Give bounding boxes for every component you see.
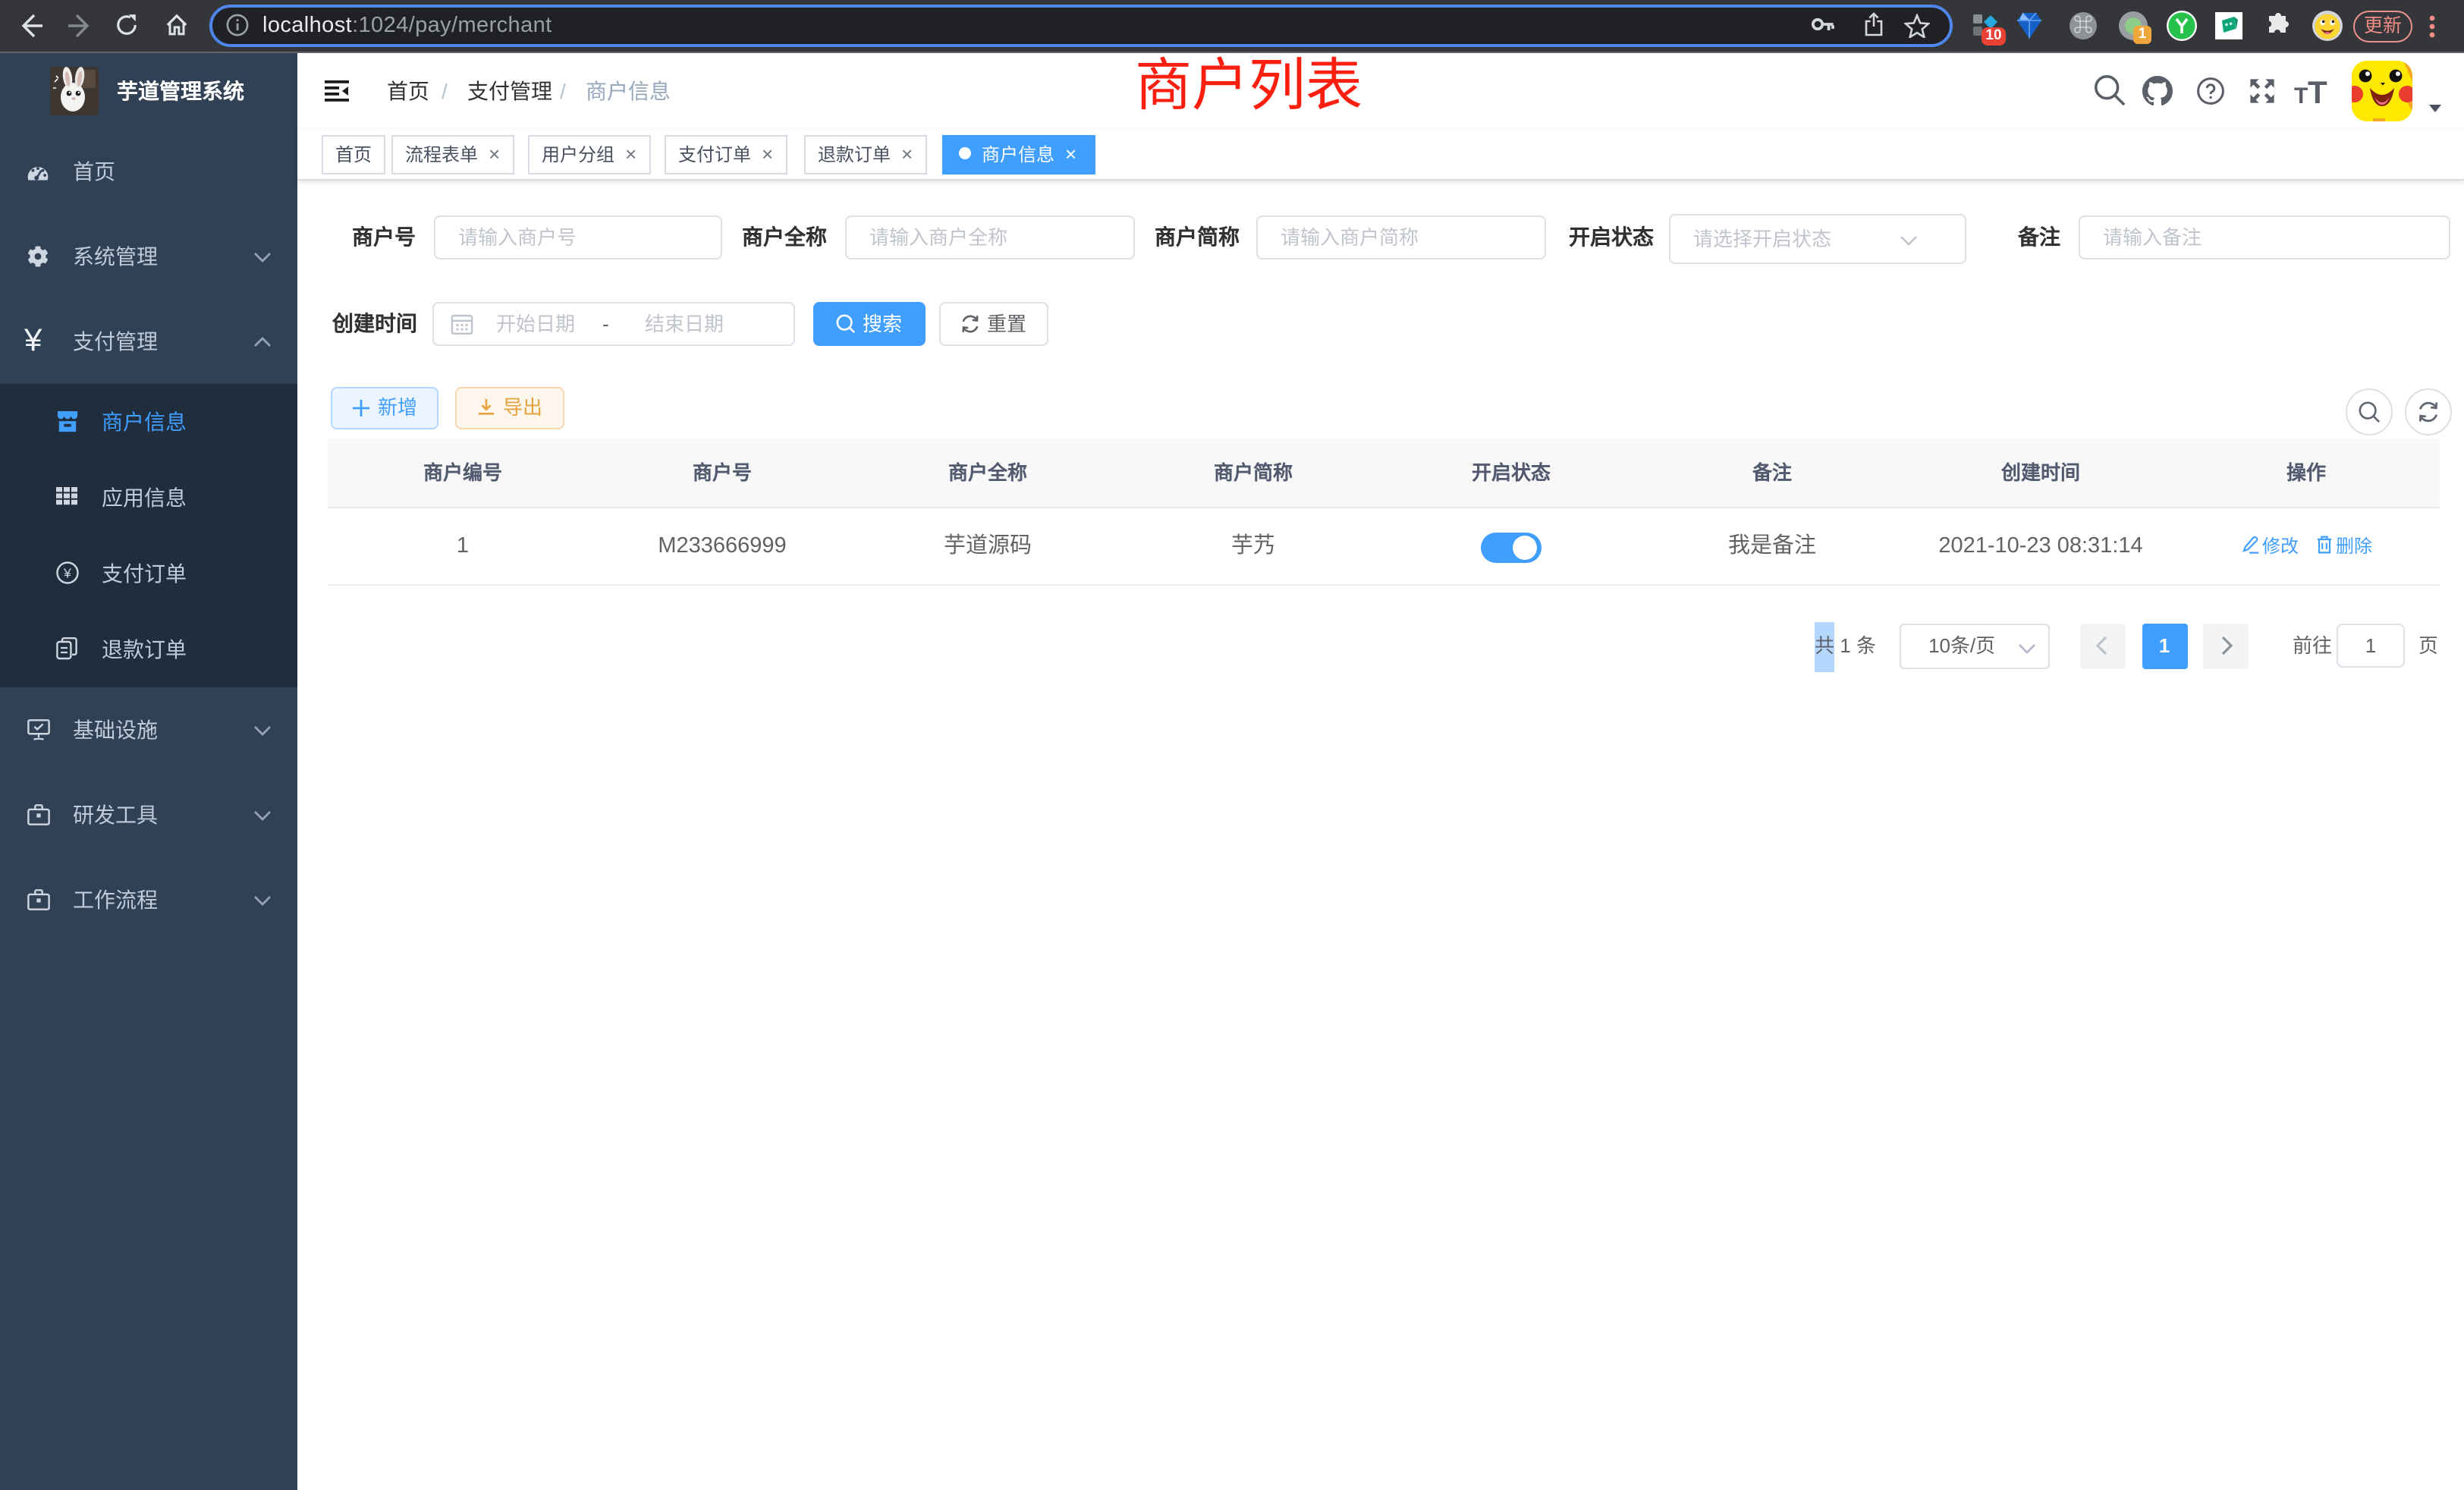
- svg-text:¥: ¥: [63, 566, 71, 581]
